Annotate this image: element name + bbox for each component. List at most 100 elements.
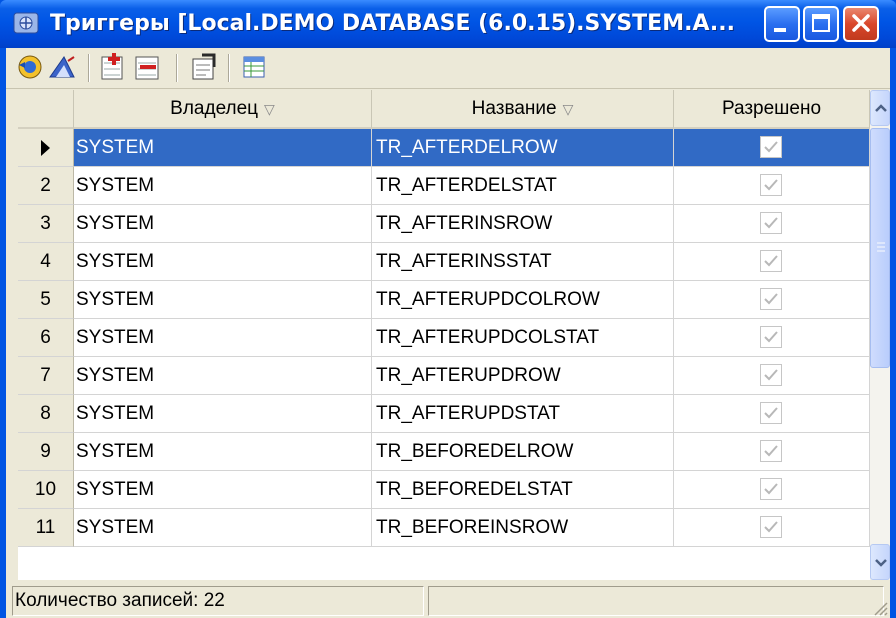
column-header-enabled[interactable]: Разрешено — [674, 90, 870, 129]
row-indicator[interactable]: 9 — [18, 433, 74, 471]
enabled-checkbox[interactable] — [760, 402, 782, 424]
enabled-checkbox[interactable] — [760, 174, 782, 196]
table-row[interactable]: 4 SYSTEM TR_AFTERINSSTAT — [18, 243, 870, 281]
scroll-down-button[interactable] — [870, 544, 890, 580]
sort-icon: ▽ — [264, 101, 275, 117]
column-header-owner[interactable]: Владелец ▽ — [74, 90, 372, 129]
checkmark-icon — [764, 179, 778, 191]
delete-trigger-button[interactable] — [132, 51, 164, 83]
enabled-checkbox[interactable] — [760, 364, 782, 386]
row-indicator[interactable]: 3 — [18, 205, 74, 243]
enabled-checkbox[interactable] — [760, 288, 782, 310]
enabled-checkbox[interactable] — [760, 478, 782, 500]
filter-icon — [49, 56, 75, 78]
row-indicator[interactable]: 10 — [18, 471, 74, 509]
enabled-cell — [674, 167, 870, 205]
table-row[interactable]: 9 SYSTEM TR_BEFOREDELROW — [18, 433, 870, 471]
enabled-checkbox[interactable] — [760, 250, 782, 272]
owner-cell[interactable]: SYSTEM — [74, 167, 372, 205]
trigger-name-cell[interactable]: TR_AFTERDELROW — [372, 129, 674, 167]
enabled-checkbox[interactable] — [760, 326, 782, 348]
owner-cell[interactable]: SYSTEM — [74, 243, 372, 281]
add-trigger-icon — [101, 53, 123, 80]
table-row[interactable]: 3 SYSTEM TR_AFTERINSROW — [18, 205, 870, 243]
row-indicator[interactable]: 4 — [18, 243, 74, 281]
grip-icon — [877, 242, 885, 252]
trigger-name-cell[interactable]: TR_AFTERUPDSTAT — [372, 395, 674, 433]
trigger-name-cell[interactable]: TR_BEFOREDELROW — [372, 433, 674, 471]
owner-cell[interactable]: SYSTEM — [74, 205, 372, 243]
checkmark-icon — [764, 407, 778, 419]
table-row[interactable]: 8 SYSTEM TR_AFTERUPDSTAT — [18, 395, 870, 433]
owner-cell[interactable]: SYSTEM — [74, 281, 372, 319]
owner-cell[interactable]: SYSTEM — [74, 129, 372, 167]
enabled-checkbox[interactable] — [760, 516, 782, 538]
row-indicator[interactable]: 7 — [18, 357, 74, 395]
scroll-thumb[interactable] — [870, 128, 890, 368]
minimize-button[interactable] — [764, 6, 800, 42]
row-indicator[interactable]: 2 — [18, 167, 74, 205]
filter-button[interactable] — [46, 51, 78, 83]
triggers-table: Владелец ▽ Название ▽ Разрешено SYSTEM TR_A… — [18, 90, 890, 580]
row-indicator[interactable]: 11 — [18, 509, 74, 547]
trigger-name-cell[interactable]: TR_AFTERUPDCOLROW — [372, 281, 674, 319]
trigger-name-cell[interactable]: TR_AFTERDELSTAT — [372, 167, 674, 205]
table-row[interactable]: 11 SYSTEM TR_BEFOREINSROW — [18, 509, 870, 547]
enabled-cell — [674, 433, 870, 471]
table-row[interactable]: 6 SYSTEM TR_AFTERUPDCOLSTAT — [18, 319, 870, 357]
trigger-name-cell[interactable]: TR_AFTERUPDROW — [372, 357, 674, 395]
vertical-scrollbar[interactable] — [870, 90, 890, 580]
enabled-cell — [674, 471, 870, 509]
trigger-name-cell[interactable]: TR_AFTERINSSTAT — [372, 243, 674, 281]
minimize-icon — [774, 28, 786, 32]
columns-button[interactable] — [238, 51, 270, 83]
resize-grip-icon[interactable] — [870, 598, 888, 616]
checkmark-icon — [764, 217, 778, 229]
checkmark-icon — [764, 141, 778, 153]
maximize-icon — [812, 14, 830, 32]
table-row[interactable]: 2 SYSTEM TR_AFTERDELSTAT — [18, 167, 870, 205]
enabled-checkbox[interactable] — [760, 440, 782, 462]
row-indicator[interactable]: 6 — [18, 319, 74, 357]
row-indicator-header — [18, 90, 74, 129]
chevron-down-icon — [875, 559, 887, 567]
row-indicator[interactable]: 8 — [18, 395, 74, 433]
trigger-name-cell[interactable]: TR_BEFOREDELSTAT — [372, 471, 674, 509]
table-row[interactable]: 10 SYSTEM TR_BEFOREDELSTAT — [18, 471, 870, 509]
owner-cell[interactable]: SYSTEM — [74, 433, 372, 471]
sort-icon: ▽ — [562, 101, 574, 117]
trigger-name-cell[interactable]: TR_AFTERINSROW — [372, 205, 674, 243]
owner-cell[interactable]: SYSTEM — [74, 319, 372, 357]
enabled-checkbox[interactable] — [760, 212, 782, 234]
trigger-name-cell[interactable]: TR_AFTERUPDCOLSTAT — [372, 319, 674, 357]
owner-cell[interactable]: SYSTEM — [74, 395, 372, 433]
trigger-name-cell[interactable]: TR_BEFOREINSROW — [372, 509, 674, 547]
refresh-button[interactable] — [14, 51, 46, 83]
toolbar-separator — [88, 54, 90, 82]
properties-button[interactable] — [188, 51, 220, 83]
checkmark-icon — [764, 521, 778, 533]
toolbar — [6, 48, 890, 89]
column-header-name[interactable]: Название ▽ — [372, 90, 674, 129]
table-row[interactable]: SYSTEM TR_AFTERDELROW — [18, 129, 870, 167]
maximize-button[interactable] — [803, 6, 839, 42]
title-bar[interactable]: Триггеры [Local.DEMO DATABASE (6.0.15).S… — [0, 0, 896, 48]
columns-icon — [243, 56, 265, 78]
close-button[interactable] — [843, 6, 879, 42]
scroll-up-button[interactable] — [870, 90, 890, 126]
enabled-checkbox[interactable] — [760, 136, 782, 158]
status-bar: Количество записей: 22 — [6, 582, 890, 618]
column-header-name-label: Название — [471, 98, 557, 119]
current-row-arrow-icon — [41, 139, 50, 156]
add-trigger-button[interactable] — [98, 51, 130, 83]
row-indicator[interactable] — [18, 129, 74, 167]
enabled-cell — [674, 357, 870, 395]
row-indicator[interactable]: 5 — [18, 281, 74, 319]
owner-cell[interactable]: SYSTEM — [74, 471, 372, 509]
owner-cell[interactable]: SYSTEM — [74, 357, 372, 395]
table-row[interactable]: 7 SYSTEM TR_AFTERUPDROW — [18, 357, 870, 395]
enabled-cell — [674, 281, 870, 319]
owner-cell[interactable]: SYSTEM — [74, 509, 372, 547]
enabled-cell — [674, 129, 870, 167]
table-row[interactable]: 5 SYSTEM TR_AFTERUPDCOLROW — [18, 281, 870, 319]
